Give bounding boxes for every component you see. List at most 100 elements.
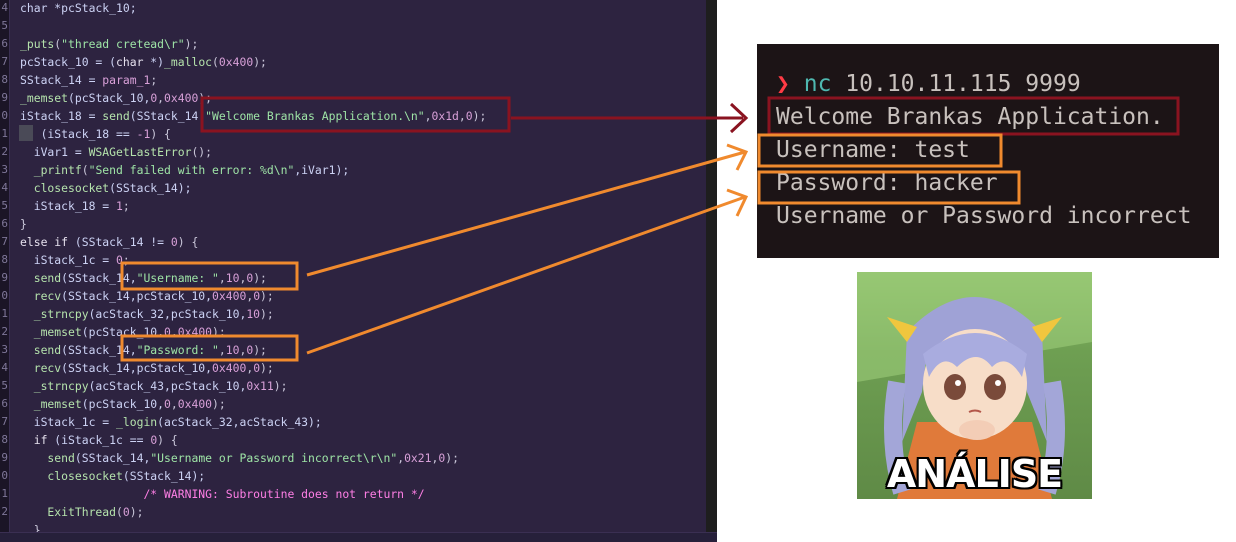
code-token: _printf (20, 163, 82, 177)
code-token: ) { (177, 235, 199, 249)
code-line: recv(SStack_14,pcStack_10,0x400,0); (20, 359, 274, 377)
terminal-command-line: ❯ nc 10.10.11.115 9999 (776, 70, 1081, 98)
arrow-password-head-icon (726, 188, 749, 217)
code-line: iStack_1c = _login(acStack_32,acStack_43… (20, 413, 322, 431)
code-token: , (170, 397, 178, 411)
code-token: ); (445, 451, 459, 465)
line-number: 7 (1, 55, 8, 68)
code-token: 1 (116, 199, 123, 213)
code-token: 0 (170, 235, 178, 249)
code-token: ); (184, 37, 199, 51)
code-token: "Username or Password incorrect\r\n" (150, 451, 398, 465)
code-token: 0 (164, 397, 171, 411)
line-number: 9 (1, 451, 8, 464)
code-token: 0 (116, 253, 123, 267)
terminal-username-line: Username: test (776, 137, 970, 163)
code-line: closesocket(SStack_14); (20, 179, 192, 197)
code-token: /* WARNING: Subroutine does not return *… (20, 487, 425, 501)
code-token: ); (260, 307, 274, 321)
line-number: 1 (1, 127, 8, 140)
code-token: ) { (150, 127, 171, 141)
arrow-username-head-icon (726, 143, 749, 171)
code-token: 0x400 (164, 91, 199, 105)
code-token: } (20, 217, 27, 231)
line-number: 8 (1, 253, 8, 266)
code-token: 0x400 (212, 289, 247, 303)
code-token: (SStack_14, (74, 451, 151, 465)
line-number: 9 (1, 271, 8, 284)
code-token: ); (212, 397, 226, 411)
code-line: send(SStack_14,"Username or Password inc… (20, 449, 459, 467)
code-token: _strncpy (20, 307, 89, 321)
code-token: ); (212, 325, 226, 339)
code-token: pcStack_10 = ( (20, 55, 117, 69)
line-number: 3 (1, 343, 8, 356)
code-token: (acStack_32,acStack_43); (157, 415, 322, 429)
line-number: 9 (1, 91, 8, 104)
line-number: 0 (1, 289, 8, 302)
code-line: _strncpy(acStack_32,pcStack_10,10); (20, 305, 274, 323)
horizontal-scrollbar[interactable] (0, 532, 717, 542)
code-token: _puts (20, 37, 55, 51)
code-token: ; (150, 73, 158, 87)
code-line: iStack_1c = 0; (20, 251, 130, 269)
code-line: _memset(pcStack_10,0,0x400); (20, 323, 226, 341)
code-token: 0 (164, 325, 171, 339)
code-token: (acStack_43,pcStack_10, (88, 379, 247, 393)
code-token: 0x1d (431, 109, 459, 123)
line-number: 0 (1, 469, 8, 482)
code-token: "Welcome Brankas Application.\n" (205, 109, 425, 123)
code-token: (); (191, 145, 213, 159)
code-token: ); (253, 343, 267, 357)
code-token: (SStack_14); (122, 469, 206, 483)
code-token: (SStack_14,pcStack_10, (61, 289, 213, 303)
code-line: ExitThread(0); (20, 503, 143, 521)
line-number: 6 (1, 397, 8, 410)
line-number: 1 (1, 307, 8, 320)
code-token: ( (116, 505, 123, 519)
line-number: 5 (1, 199, 8, 212)
code-token: iVar1 = (20, 145, 89, 159)
code-token: send (20, 271, 62, 285)
code-token: (acStack_32,pcStack_10, (88, 307, 247, 321)
code-token: 10 (246, 307, 261, 321)
code-line: _strncpy(acStack_43,pcStack_10,0x11); (20, 377, 288, 395)
code-token: 0x400 (218, 55, 254, 69)
selected-token-if (19, 125, 33, 141)
line-number: 5 (1, 19, 8, 32)
code-token: _memset (20, 91, 69, 105)
code-line: send(SStack_14,"Username: ",10,0); (20, 269, 267, 287)
terminal-window: ❯ nc 10.10.11.115 9999 Welcome Brankas A… (757, 44, 1219, 258)
line-number: 3 (1, 163, 8, 176)
code-token: (SStack_14); (109, 181, 192, 195)
code-token: ( (212, 55, 219, 69)
code-token: _memset (20, 325, 82, 339)
code-token: ExitThread (20, 505, 117, 519)
code-token: ; (122, 253, 130, 267)
code-token: _strncpy (20, 379, 89, 393)
code-line: _printf("Send failed with error: %d\n",i… (20, 161, 350, 179)
code-token: send (102, 109, 130, 123)
code-token: param_1 (102, 73, 151, 87)
code-token: SStack_14 = (20, 73, 103, 87)
code-line: } (20, 215, 27, 233)
code-token: iStack_1c = (20, 415, 117, 429)
code-line: _puts("thread cretead\r"); (20, 35, 198, 53)
code-line: iStack_18 = 1; (20, 197, 130, 215)
code-token: (pcStack_10, (81, 397, 165, 411)
line-number: 4 (1, 361, 8, 374)
prompt-chevron-icon: ❯ (776, 71, 790, 97)
line-number: 6 (1, 37, 8, 50)
code-token: closesocket (20, 469, 123, 483)
code-token: _memset (20, 397, 82, 411)
code-token: ); (253, 55, 267, 69)
code-token: , (170, 325, 178, 339)
line-number: 8 (1, 433, 8, 446)
code-line: send(SStack_14,"Password: ",10,0); (20, 341, 267, 359)
code-token: -1 (136, 127, 151, 141)
code-token: _login (116, 415, 158, 429)
code-token: (pcStack_10, (81, 325, 165, 339)
vertical-scrollbar[interactable] (706, 0, 717, 542)
code-token: recv (20, 289, 62, 303)
code-token: 0x400 (177, 325, 213, 339)
